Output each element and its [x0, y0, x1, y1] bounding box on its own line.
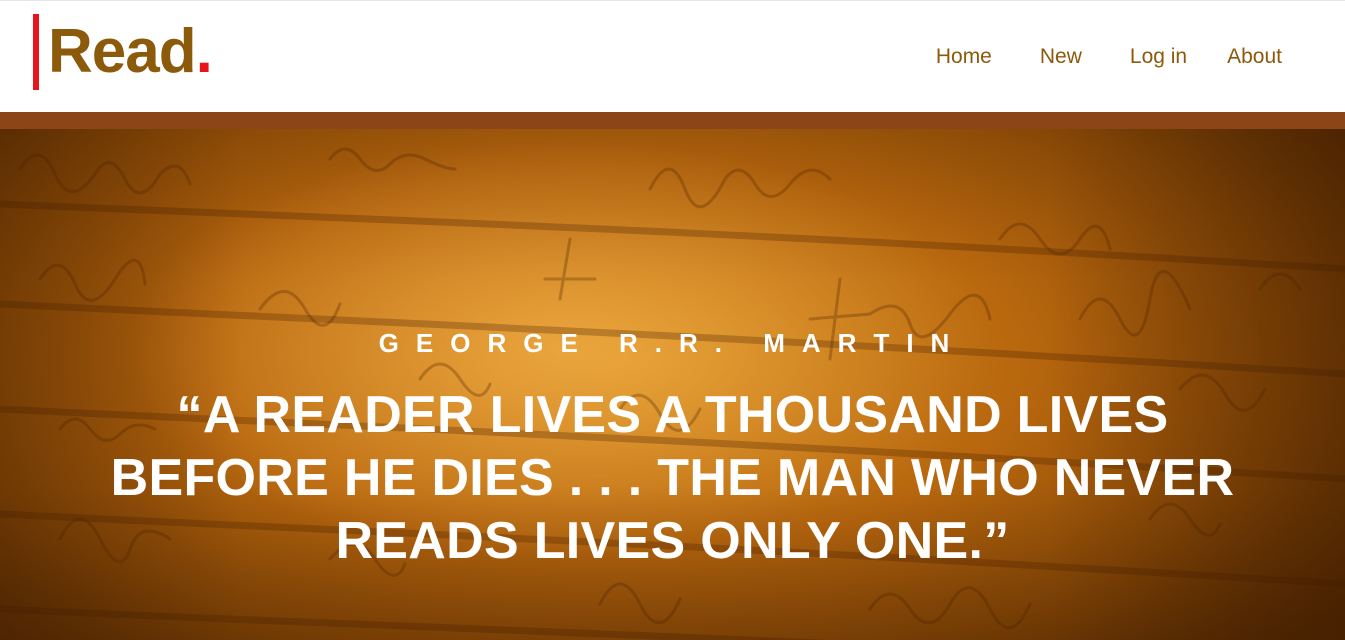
- nav-home-link[interactable]: Home: [936, 41, 992, 73]
- nav-login-link[interactable]: Log in: [1130, 41, 1187, 73]
- site-logo[interactable]: Read.: [33, 14, 213, 90]
- nav-new-link[interactable]: New: [1040, 41, 1082, 73]
- hero-banner: GEORGE R.R. MARTIN “A READER LIVES A THO…: [0, 129, 1345, 640]
- quote-author: GEORGE R.R. MARTIN: [378, 328, 967, 358]
- logo-accent-bar: [33, 14, 39, 90]
- site-header: Read. Home New Log in About: [0, 0, 1345, 112]
- logo-dot: .: [195, 17, 213, 86]
- nav-about-link[interactable]: About: [1227, 41, 1282, 73]
- logo-text: Read.: [48, 14, 213, 90]
- logo-word: Read: [48, 17, 197, 86]
- header-divider-strip: [0, 112, 1345, 129]
- featured-quote: “A READER LIVES A THOUSAND LIVES BEFORE …: [110, 386, 1235, 570]
- main-nav: Home New Log in About: [936, 41, 1282, 73]
